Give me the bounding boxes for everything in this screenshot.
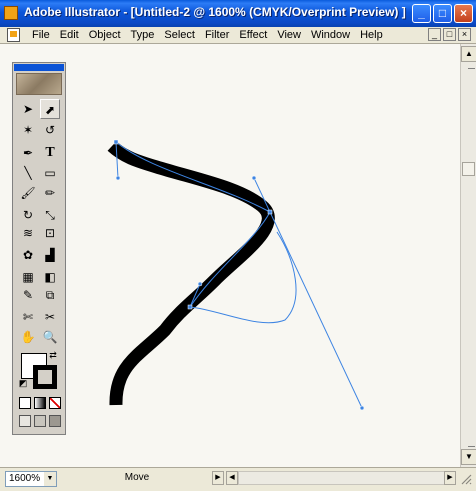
menu-bar: File Edit Object Type Select Filter Effe… xyxy=(0,27,476,44)
ruler-tick xyxy=(468,68,475,69)
pencil-tool-icon[interactable]: ✏ xyxy=(40,183,60,203)
zoom-level-value: 1600% xyxy=(9,473,41,484)
scale-tool-icon[interactable]: ⤡ xyxy=(40,205,60,225)
standard-screen-mode-icon[interactable] xyxy=(19,415,31,427)
pen-tool-icon[interactable]: ✒ xyxy=(18,143,38,163)
brush-stroke-path[interactable] xyxy=(107,141,275,406)
status-bar: 1600% ▼ Move ▶ ◀ ▶ xyxy=(0,467,476,491)
full-screen-mode-icon[interactable] xyxy=(49,415,61,427)
symbol-sprayer-tool-icon[interactable]: ✿ xyxy=(18,245,38,265)
menu-items: File Edit Object Type Select Filter Effe… xyxy=(27,28,388,42)
window-title: Adobe Illustrator - [Untitled-2 @ 1600% … xyxy=(24,5,406,19)
color-mode-icon[interactable] xyxy=(19,397,31,409)
anchor-point[interactable] xyxy=(113,139,119,145)
menu-type[interactable]: Type xyxy=(126,28,160,42)
minimize-button[interactable]: _ xyxy=(412,4,431,23)
anchor-point[interactable] xyxy=(187,304,193,310)
status-tool-field[interactable]: Move xyxy=(62,471,212,487)
venus-logo[interactable] xyxy=(16,73,62,95)
rotate-tool-icon[interactable]: ↻ xyxy=(18,205,38,225)
zoom-tool-icon[interactable]: 🔍 xyxy=(40,327,60,347)
ruler-tick xyxy=(468,446,475,447)
menu-window[interactable]: Window xyxy=(306,28,355,42)
magic-wand-tool-icon[interactable]: ✶ xyxy=(18,120,38,140)
menu-help[interactable]: Help xyxy=(355,28,388,42)
close-button[interactable]: × xyxy=(454,4,473,23)
selection-tool-icon[interactable]: ➤ xyxy=(18,99,38,119)
menu-view[interactable]: View xyxy=(272,28,306,42)
graph-tool-icon[interactable]: ▟ xyxy=(40,245,60,265)
control-handle[interactable] xyxy=(251,175,257,181)
menu-file[interactable]: File xyxy=(27,28,55,42)
doc-minimize-button[interactable]: _ xyxy=(428,28,441,41)
artboard-canvas[interactable] xyxy=(0,44,460,467)
swap-colors-icon[interactable]: ⇄ xyxy=(47,349,59,361)
selection-path xyxy=(115,141,363,409)
anchor-points xyxy=(113,139,365,411)
control-handle[interactable] xyxy=(359,405,365,411)
anchor-point[interactable] xyxy=(267,209,273,215)
scissors-tool-icon[interactable]: ✂ xyxy=(40,307,60,327)
scroll-right-arrow-icon[interactable]: ▶ xyxy=(444,471,456,485)
zoom-dropdown-arrow-icon[interactable]: ▼ xyxy=(44,472,56,486)
tools-palette: ➤ ⬈ ✶ ↺ ✒ T ╲ ▭ 🖌 ✏ ↻ ⤡ ≋ ⊡ ✿ ▟ ▦ ◧ ✎ ⧉ … xyxy=(12,62,66,435)
rectangle-tool-icon[interactable]: ▭ xyxy=(40,163,60,183)
scroll-up-arrow-icon[interactable]: ▲ xyxy=(461,46,476,62)
menu-filter[interactable]: Filter xyxy=(200,28,234,42)
slice-tool-icon[interactable]: ✄ xyxy=(18,307,38,327)
title-bar: Adobe Illustrator - [Untitled-2 @ 1600% … xyxy=(0,0,476,27)
resize-grip-icon[interactable] xyxy=(460,473,472,485)
vertical-scroll-thumb[interactable] xyxy=(462,162,475,176)
hand-tool-icon[interactable]: ✋ xyxy=(18,327,38,347)
free-transform-tool-icon[interactable]: ⊡ xyxy=(40,223,60,243)
direct-selection-tool-icon[interactable]: ⬈ xyxy=(40,99,60,119)
line-tool-icon[interactable]: ╲ xyxy=(18,163,38,183)
gradient-tool-icon[interactable]: ◧ xyxy=(40,267,60,287)
zoom-level-field[interactable]: 1600% ▼ xyxy=(5,471,57,487)
maximize-button[interactable]: □ xyxy=(433,4,452,23)
blend-tool-icon[interactable]: ⧉ xyxy=(40,285,60,305)
control-handle[interactable] xyxy=(115,175,121,181)
menu-object[interactable]: Object xyxy=(84,28,126,42)
none-mode-icon[interactable] xyxy=(49,397,61,409)
document-icon[interactable] xyxy=(7,28,20,42)
default-colors-icon[interactable]: ◩ xyxy=(17,377,29,389)
horizontal-scrollbar[interactable] xyxy=(238,471,456,485)
mesh-tool-icon[interactable]: ▦ xyxy=(18,267,38,287)
scroll-down-arrow-icon[interactable]: ▼ xyxy=(461,449,476,465)
eyedropper-tool-icon[interactable]: ✎ xyxy=(18,285,38,305)
status-tool-label: Move xyxy=(124,472,150,483)
status-menu-arrow-icon[interactable]: ▶ xyxy=(212,471,224,485)
gradient-mode-icon[interactable] xyxy=(34,397,46,409)
stroke-color-swatch[interactable] xyxy=(33,365,57,389)
full-screen-menu-mode-icon[interactable] xyxy=(34,415,46,427)
doc-restore-button[interactable]: □ xyxy=(443,28,456,41)
menu-effect[interactable]: Effect xyxy=(234,28,272,42)
scroll-left-arrow-icon[interactable]: ◀ xyxy=(226,471,238,485)
menu-edit[interactable]: Edit xyxy=(55,28,84,42)
type-tool-icon[interactable]: T xyxy=(40,143,60,163)
control-handle[interactable] xyxy=(197,281,203,287)
doc-close-button[interactable]: × xyxy=(458,28,471,41)
illustrator-app-icon[interactable] xyxy=(4,6,18,20)
vertical-scrollbar[interactable]: ▲ ▼ xyxy=(460,44,476,467)
lasso-tool-icon[interactable]: ↺ xyxy=(40,120,60,140)
menu-select[interactable]: Select xyxy=(159,28,200,42)
warp-tool-icon[interactable]: ≋ xyxy=(18,223,38,243)
paintbrush-tool-icon[interactable]: 🖌 xyxy=(18,183,38,203)
artwork xyxy=(107,139,365,411)
palette-title-bar[interactable] xyxy=(14,64,64,71)
